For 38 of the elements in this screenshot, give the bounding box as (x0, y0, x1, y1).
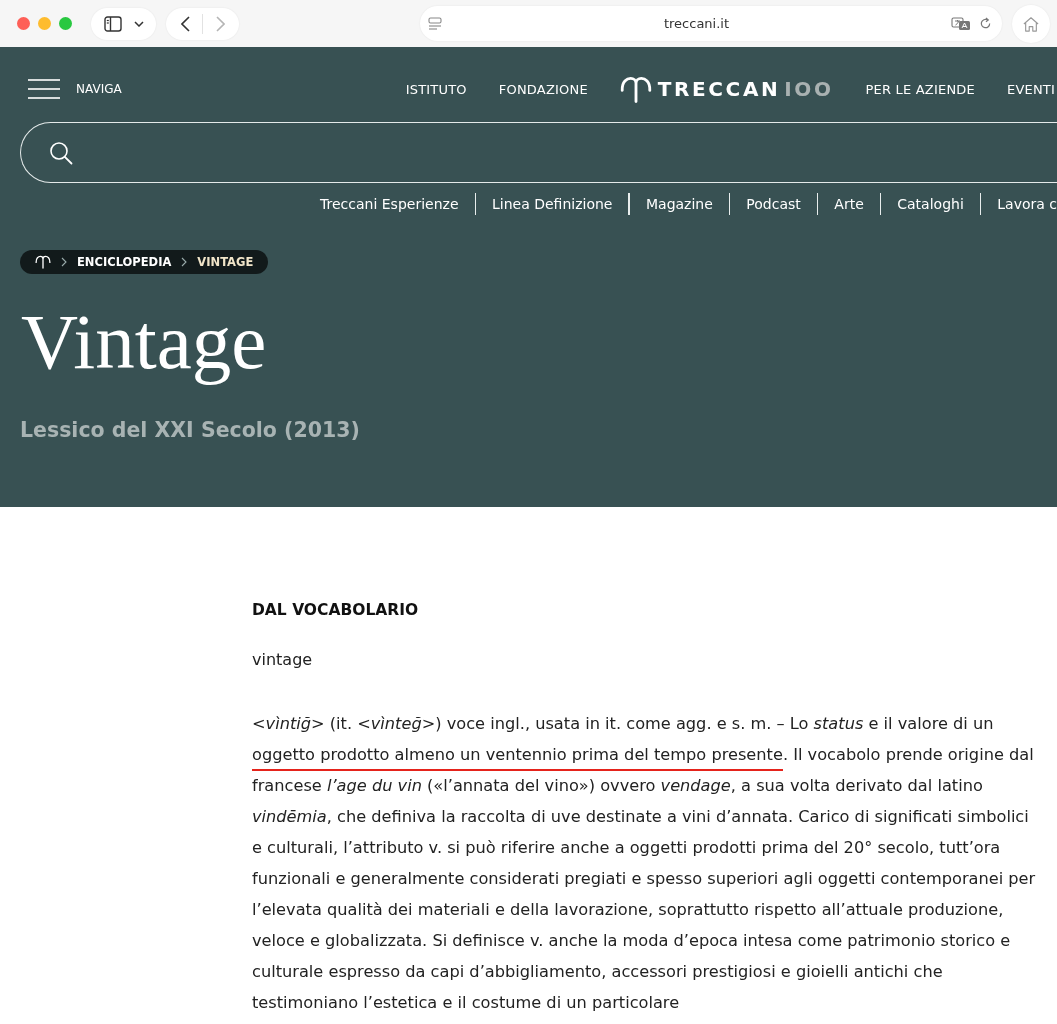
page-menu-icon (428, 17, 442, 30)
nav-link[interactable]: EVENTI (1006, 81, 1055, 97)
menu-icon (28, 79, 60, 99)
translate-icon[interactable] (951, 15, 971, 32)
sidebar-icon (103, 15, 122, 32)
chevron-down-icon (133, 20, 144, 27)
page-subtitle: Lessico del XXI Secolo (2013) (20, 418, 361, 442)
address-bar[interactable]: treccani.it (420, 6, 1002, 41)
window-close-icon[interactable] (17, 17, 30, 30)
chevron-left-icon (180, 15, 190, 32)
section-link[interactable]: Podcast (746, 196, 801, 212)
section-link[interactable]: Cataloghi (897, 196, 964, 212)
section-link[interactable]: Arte (834, 196, 864, 212)
reload-icon[interactable] (979, 17, 992, 30)
headword: vintage (252, 649, 314, 671)
menu-button[interactable]: NAVIGA (28, 79, 122, 99)
section-link[interactable]: Linea Definizione (492, 196, 613, 212)
nav-link[interactable]: PER LE AZIENDE (865, 81, 975, 97)
horns-home-icon[interactable] (35, 255, 51, 269)
home-button[interactable] (1012, 4, 1050, 43)
breadcrumb-link[interactable]: ENCICLOPEDIA (77, 255, 172, 269)
chevron-right-icon (61, 257, 67, 267)
section-link[interactable]: Magazine (646, 196, 713, 212)
site-logo[interactable]: TRECCAN IOO (619, 75, 834, 103)
chevron-right-icon (181, 257, 188, 267)
search-icon (49, 140, 73, 165)
section-link[interactable]: Lavora c (997, 196, 1057, 212)
chevron-right-icon (215, 15, 225, 32)
home-icon (1021, 15, 1041, 32)
nav-link[interactable]: FONDAZIONE (498, 81, 588, 97)
section-link[interactable]: Treccani Esperienze (320, 196, 459, 212)
sidebar-toggle-button[interactable] (91, 7, 156, 40)
page-title: Vintage (21, 298, 268, 386)
definition-paragraph: <vìntiğ> (it. <vìnteğ>) voce ingl., usata in it. come agg. e s. m. – Lo status e il valore di un oggetto prodotto almeno un ventennio prima del tempo presente. Il vocabolo prende origine dal francese l’age du vin («l’annata del vino») ovvero vendage, a sua volta derivato dal latino vindēmia, che definiva la raccolta di uve destinate a vini d’annata. Carico di significati simbolici e culturali, l’attributo v. si può riferire anche a oggetti prodotti prima del 20° secolo, tutt’ora funzionali e generalmente considerati pregiati e spesso superiori agli oggetti contemporanei per l’elevata qualità dei materiali e della lavorazione, soprattutto rispetto all’attuale produzione, veloce e globalizzata. Si definisce v. anche la moda d’epoca intesa come patrimonio storico e culturale espresso da capi d’abbigliamento, accessori prestigiosi e gioielli antichi che testimoniano l’estetica e il costume di un particolare (252, 713, 1037, 1014)
horns-logo-icon (619, 75, 652, 103)
nav-link[interactable]: ISTITUTO (405, 81, 467, 97)
breadcrumb-link[interactable]: VINTAGE (197, 255, 254, 269)
section-heading: DAL VOCABOLARIO (252, 600, 420, 621)
